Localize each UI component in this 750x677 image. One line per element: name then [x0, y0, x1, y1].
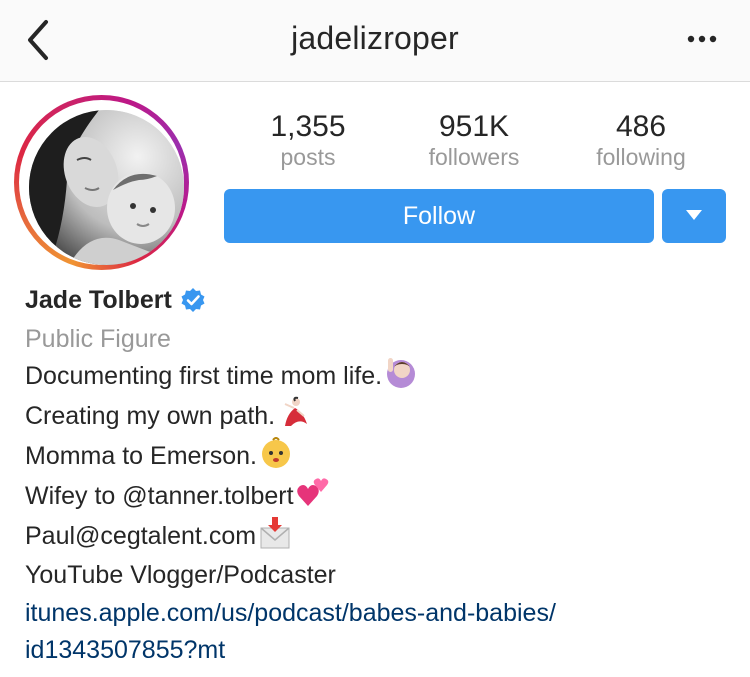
triangle-down-icon — [686, 210, 702, 220]
verified-badge-icon — [181, 288, 205, 312]
more-options-button[interactable] — [682, 22, 722, 56]
posts-count: 1,355 posts — [238, 110, 378, 170]
profile-username-title: jadelizroper — [291, 20, 459, 56]
follow-button[interactable]: Follow — [224, 189, 654, 243]
profile-website-link[interactable]: itunes.apple.com/us/podcast/babes-and-ba… — [25, 595, 735, 669]
posts-label: posts — [280, 144, 336, 170]
followers-number: 951K — [438, 110, 510, 143]
avatar — [29, 110, 184, 265]
top-navigation-bar: jadelizroper — [0, 0, 750, 82]
raising-hand-emoji — [387, 358, 416, 388]
bio-line: Paul@cegtalent.com — [25, 516, 735, 556]
link-line-2: id1343507855?mt — [25, 636, 226, 664]
following-number: 486 — [615, 110, 667, 143]
story-ring[interactable] — [14, 95, 189, 270]
bio-line: Creating my own path. — [25, 396, 735, 436]
bio-line: Momma to Emerson. — [25, 436, 735, 476]
bio-line: Documenting first time mom life. — [25, 356, 735, 396]
link-line-1: itunes.apple.com/us/podcast/babes-and-ba… — [25, 599, 556, 627]
dancer-emoji — [284, 396, 308, 426]
followers-count[interactable]: 951K followers — [404, 110, 544, 170]
bio-line: Wifey to @tanner.tolbert — [25, 476, 735, 516]
posts-number: 1,355 — [270, 110, 346, 143]
baby-emoji — [262, 437, 291, 468]
suggested-accounts-dropdown-button[interactable] — [662, 189, 726, 243]
profile-photo — [29, 110, 184, 265]
profile-category: Public Figure — [25, 325, 171, 353]
profile-name: Jade Tolbert — [25, 285, 172, 314]
envelope-arrow-emoji — [260, 517, 290, 549]
ellipsis-icon — [687, 35, 717, 43]
following-label: following — [596, 144, 686, 170]
bio-line: YouTube Vlogger/Podcaster — [25, 561, 336, 589]
following-count[interactable]: 486 following — [571, 110, 711, 170]
profile-name-row: Jade Tolbert — [25, 284, 735, 316]
two-hearts-emoji — [296, 478, 328, 506]
profile-bio: Jade Tolbert Public Figure Documenting f… — [25, 284, 735, 669]
followers-label: followers — [428, 144, 520, 170]
